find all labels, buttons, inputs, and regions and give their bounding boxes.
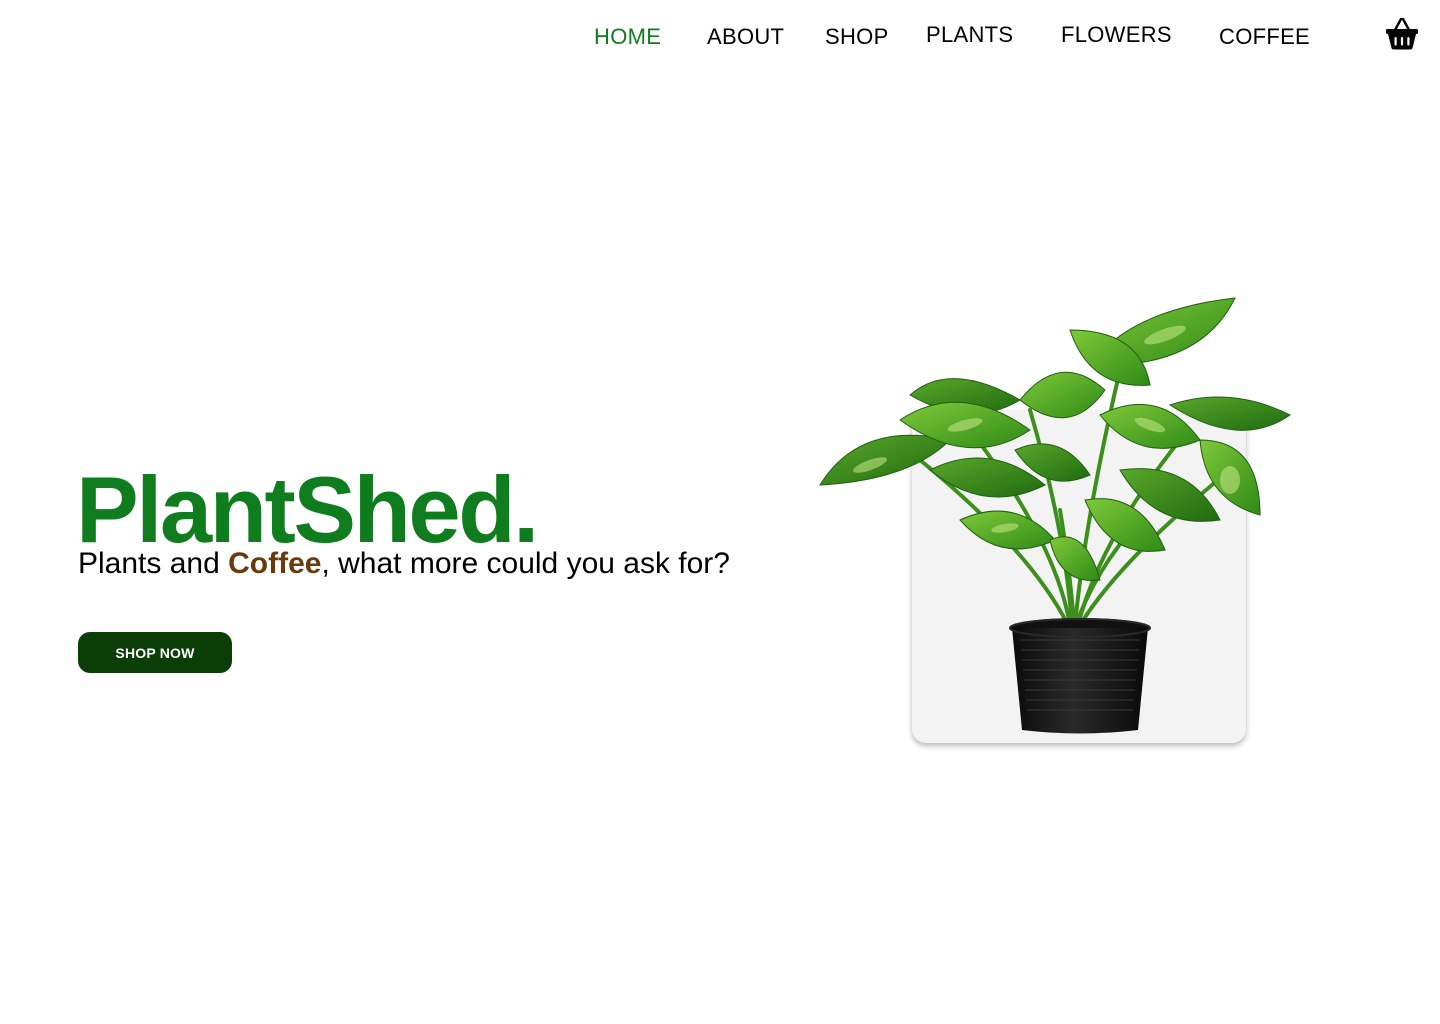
nav-item-flowers[interactable]: FLOWERS [1061, 22, 1172, 48]
nav-item-plants[interactable]: PLANTS [926, 22, 1013, 48]
nav-item-about[interactable]: ABOUT [707, 24, 784, 50]
hero-tagline: Plants and Coffee, what more could you a… [78, 546, 730, 582]
tagline-end: , what more could you ask for? [321, 547, 730, 580]
potted-plant-image [819, 297, 1291, 734]
top-nav: HOME ABOUT SHOP PLANTS FLOWERS COFFEE [0, 0, 1440, 72]
basket-icon[interactable] [1384, 16, 1420, 52]
brand-title: PlantShed. [76, 457, 539, 562]
nav-item-home[interactable]: HOME [594, 24, 661, 50]
tagline-start: Plants and [78, 547, 229, 580]
tagline-coffee-highlight: Coffee [228, 547, 322, 580]
nav-item-shop[interactable]: SHOP [825, 24, 889, 50]
nav-item-coffee[interactable]: COFFEE [1219, 24, 1310, 50]
shop-now-button[interactable]: SHOP NOW [78, 632, 232, 673]
landing-page: HOME ABOUT SHOP PLANTS FLOWERS COFFEE Pl… [0, 0, 1440, 1024]
